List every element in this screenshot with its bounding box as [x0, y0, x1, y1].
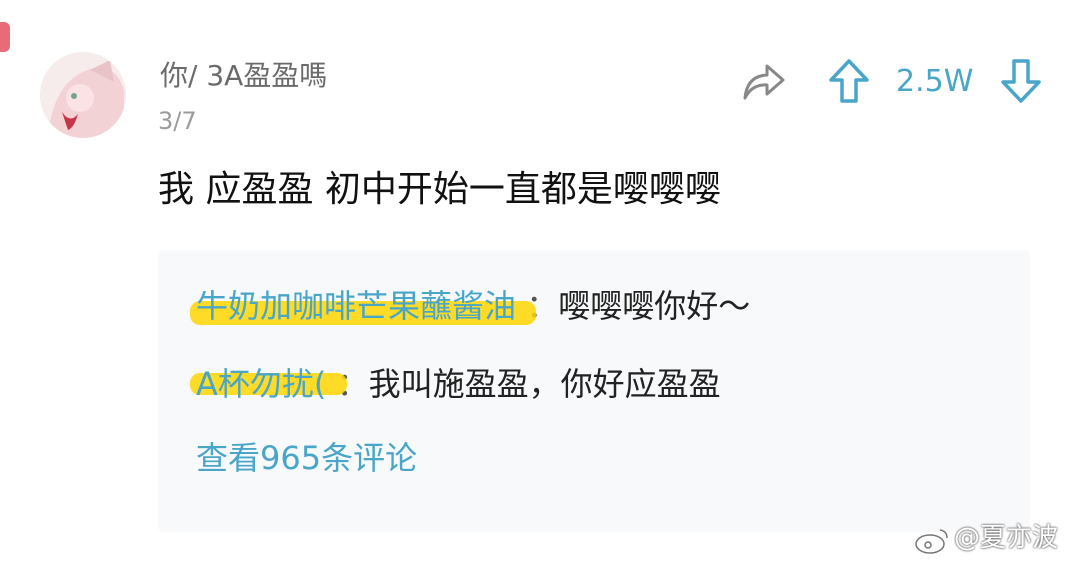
reply-text: 嘤嘤嘤你好～: [558, 287, 751, 325]
reply-text: 我叫施盈盈，你好应盈盈: [368, 365, 721, 403]
corner-decoration: [0, 22, 10, 52]
reply-item[interactable]: A杯勿扰( ：我叫施盈盈，你好应盈盈: [190, 362, 721, 406]
reply-item[interactable]: 牛奶加咖啡芒果蘸酱油 ：嘤嘤嘤你好～: [190, 284, 751, 328]
view-all-comments-link[interactable]: 查看965条评论: [196, 434, 417, 482]
downvote-icon[interactable]: [1000, 58, 1042, 104]
reply-author[interactable]: 牛奶加咖啡芒果蘸酱油: [190, 287, 537, 325]
reply-author[interactable]: A杯勿扰(: [190, 365, 347, 403]
reply-author-name[interactable]: 牛奶加咖啡芒果蘸酱油: [196, 287, 516, 325]
watermark-at: @: [954, 523, 980, 553]
weibo-icon: [914, 526, 950, 554]
watermark-author: 夏亦波: [980, 523, 1059, 553]
username[interactable]: 你/ 3A盈盈嗎: [160, 56, 327, 96]
vote-count: 2.5W: [896, 64, 974, 99]
watermark: @夏亦波: [954, 520, 1058, 556]
reply-author-name[interactable]: A杯勿扰(: [196, 365, 326, 403]
comment-date: 3/7: [158, 107, 197, 135]
share-icon[interactable]: [742, 62, 786, 102]
upvote-icon[interactable]: [828, 58, 870, 104]
comment-text: 我 应盈盈 初中开始一直都是嘤嘤嘤: [158, 169, 721, 210]
avatar[interactable]: [40, 52, 126, 138]
